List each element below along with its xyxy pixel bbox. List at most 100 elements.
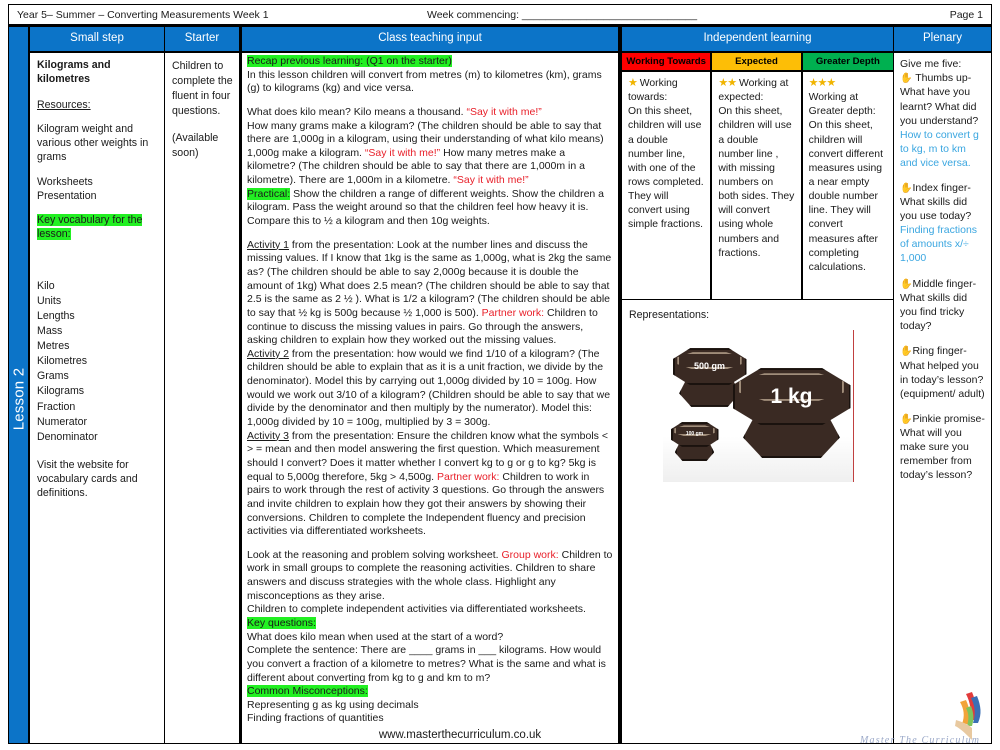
- vocabulary-item: Fraction: [37, 400, 76, 413]
- weight-top: 100 gm: [670, 422, 719, 447]
- lesson-number-label: Lesson 2: [10, 368, 27, 431]
- band-header-working-towards: Working Towards: [622, 53, 713, 70]
- group-work-label: Group work:: [501, 548, 559, 561]
- band-body: On this sheet, children will use a doubl…: [718, 106, 795, 259]
- header-page-number: Page 1: [949, 8, 983, 21]
- representations-label: Representations:: [629, 309, 710, 321]
- reasoning-text-a: Look at the reasoning and problem solvin…: [247, 548, 502, 561]
- starter-spacer: [172, 119, 233, 131]
- header-week-commencing: Week commencing: _______________________…: [427, 8, 698, 21]
- plenary-answer: Finding fractions of amounts x/÷ 1,000: [900, 224, 978, 265]
- say-it-with-me-2: “Say it with me!”: [364, 146, 441, 159]
- plenary-item-index-finger: ✋Index finger- What skills did you use t…: [900, 181, 986, 266]
- plenary-finger-label: Pinkie promise-: [912, 412, 985, 425]
- plenary-finger-label: Middle finger-: [912, 277, 977, 290]
- activity-1: Activity 1 from the presentation: Look a…: [247, 239, 613, 348]
- small-step-title: Kilograms and kilometres: [37, 59, 111, 85]
- plenary-body: Give me five: ✋ Thumbs up- What have you…: [894, 53, 991, 743]
- website-url: www.masterthecurriculum.co.uk: [378, 729, 542, 742]
- small-step-body: Kilograms and kilometres Resources: Kilo…: [30, 53, 164, 743]
- star-rating-icon: ★★★: [808, 77, 837, 89]
- star-rating-icon: ★★: [718, 77, 737, 89]
- resource-item: Worksheets: [37, 175, 93, 188]
- hand-icon: ✋: [900, 182, 913, 194]
- weight-label: 1 kg: [770, 384, 813, 408]
- activity-2-text: from the presentation: how would we find…: [247, 347, 611, 429]
- key-question: Complete the sentence: There are ____ gr…: [247, 644, 606, 684]
- band-header-expected: Expected: [712, 53, 803, 70]
- column-plenary: Plenary Give me five: ✋ Thumbs up- What …: [894, 26, 992, 744]
- recap-heading: Recap previous learning: (Q1 on the star…: [247, 55, 613, 69]
- vocabulary-item: Denominator: [37, 430, 98, 443]
- plan-grid: Lesson 2 Small step Kilograms and kilome…: [8, 26, 992, 744]
- key-question: What does kilo mean when used at the sta…: [247, 630, 504, 643]
- practical-paragraph: Practical: Show the children a range of …: [247, 187, 613, 229]
- misconceptions-label: Common Misconceptions:: [247, 685, 368, 698]
- band-header-greater-depth: Greater Depth: [802, 53, 893, 70]
- plenary-answer: How to convert g to kg, m to km and vice…: [900, 128, 979, 169]
- activity-2: Activity 2 from the presentation: how wo…: [247, 348, 613, 430]
- weight-label: 100 gm: [685, 431, 704, 438]
- hand-icon: ✋: [900, 346, 913, 358]
- misconception-item: Finding fractions of quantities: [247, 712, 384, 725]
- weight-label: 500 gm: [693, 360, 726, 371]
- plenary-item-thumbs-up: Give me five: ✋ Thumbs up- What have you…: [900, 57, 986, 170]
- column-header-small-step: Small step: [30, 27, 164, 53]
- visit-website-note: Visit the website for vocabulary cards a…: [37, 458, 138, 500]
- plenary-item-pinkie-promise: ✋Pinkie promise- What will you make sure…: [900, 412, 986, 483]
- representations-section: Representations: 500 gm 100 gm 1 kg: [622, 300, 893, 483]
- independent-activities-note: Children to complete independent activit…: [247, 603, 586, 616]
- kilo-questions: What does kilo mean? Kilo means a thousa…: [247, 106, 613, 188]
- column-small-step: Small step Kilograms and kilometres Reso…: [30, 26, 165, 744]
- vocabulary-item: Metres: [37, 340, 70, 353]
- weights-illustration: 500 gm 100 gm 1 kg: [662, 330, 854, 483]
- hand-icon: ✋: [900, 413, 913, 425]
- column-header-starter: Starter: [165, 27, 239, 53]
- activity-3-label: Activity 3: [247, 429, 290, 442]
- vocabulary-item: Kilo: [37, 280, 55, 293]
- key-questions-label: Key questions:: [247, 616, 316, 629]
- activity-1-label: Activity 1: [247, 238, 290, 251]
- differentiation-header-row: Working Towards Expected Greater Depth: [622, 53, 893, 72]
- practical-body: Show the children a range of different w…: [247, 187, 605, 228]
- activity-3: Activity 3 from the presentation: Ensure…: [247, 430, 613, 539]
- column-header-plenary: Plenary: [894, 27, 991, 53]
- vocabulary-list: Kilo Units Lengths Mass Metres Kilometre…: [37, 279, 158, 444]
- recap-body: In this lesson children will convert fro…: [247, 68, 602, 95]
- reasoning-paragraph: Look at the reasoning and problem solvin…: [247, 549, 613, 604]
- resource-item: Presentation: [37, 189, 97, 202]
- teaching-spacer: [247, 96, 613, 106]
- plenary-item-ring-finger: ✋Ring finger- What helped you in today’s…: [900, 344, 986, 401]
- differentiation-body-row: ★ Working towards: On this sheet, childr…: [622, 72, 893, 300]
- band-cell-working-towards: ★ Working towards: On this sheet, childr…: [622, 72, 713, 299]
- plenary-finger-label: Ring finger-: [912, 345, 967, 358]
- plenary-question: What helped you in today’s lesson? (equi…: [900, 359, 985, 400]
- band-body: On this sheet, children will use a doubl…: [628, 106, 704, 231]
- weight-top: 1 kg: [732, 368, 851, 426]
- say-it-with-me-3: “Say it with me!”: [453, 174, 529, 187]
- lesson-plan-page: Year 5– Summer – Converting Measurements…: [0, 0, 1000, 750]
- plenary-finger-label: Index finger-: [912, 181, 971, 194]
- teaching-spacer: [247, 539, 613, 549]
- say-it-with-me-1: “Say it with me!”: [466, 105, 542, 118]
- independent-body: Working Towards Expected Greater Depth ★…: [620, 53, 893, 743]
- resources-label: Resources:: [37, 98, 91, 111]
- band-cell-greater-depth: ★★★ Working at Greater depth: On this sh…: [803, 72, 893, 299]
- hand-icon: ✋: [900, 278, 913, 290]
- teaching-body: Recap previous learning: (Q1 on the star…: [240, 53, 618, 743]
- weight-1kg: 1 kg: [732, 368, 851, 460]
- starter-body: Children to complete the fluent in four …: [165, 53, 239, 743]
- vocabulary-item: Units: [37, 295, 62, 308]
- vocabulary-item: Grams: [37, 370, 69, 383]
- column-independent-learning: Independent learning Working Towards Exp…: [620, 26, 894, 744]
- header-title: Year 5– Summer – Converting Measurements…: [17, 8, 269, 21]
- column-header-independent: Independent learning: [620, 27, 893, 53]
- vocabulary-item: Numerator: [37, 415, 88, 428]
- column-class-teaching-input: Class teaching input Recap previous lear…: [240, 26, 620, 744]
- star-rating-icon: ★: [628, 77, 638, 89]
- plenary-question: What skills did you use today?: [900, 196, 972, 223]
- vocabulary-item: Kilometres: [37, 355, 88, 368]
- column-header-teaching: Class teaching input: [240, 27, 618, 53]
- teaching-spacer: [247, 229, 613, 239]
- recap-heading-text: Recap previous learning: (Q1 on the star…: [247, 55, 452, 67]
